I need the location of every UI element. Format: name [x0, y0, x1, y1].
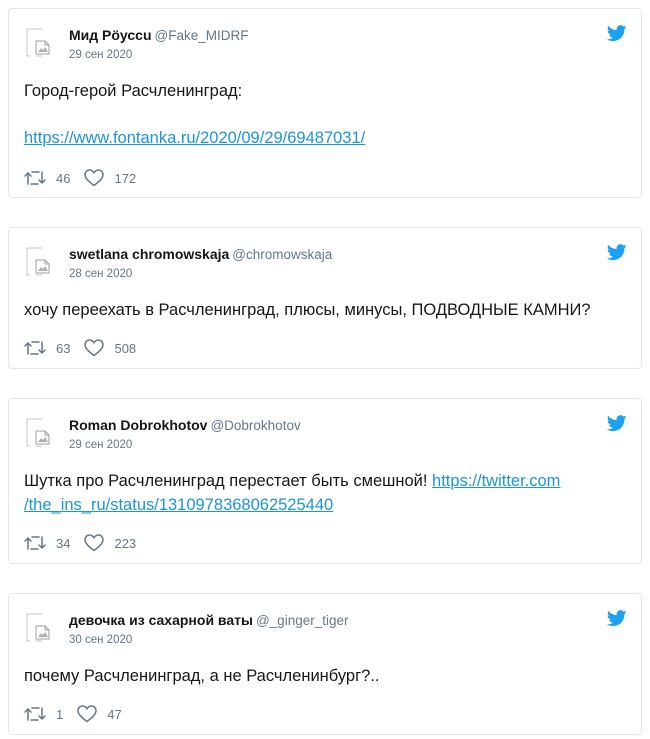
heart-icon	[77, 705, 97, 723]
display-name[interactable]: Мид Рöуссu	[69, 27, 152, 43]
tweet-link[interactable]: https://twitter.com	[432, 472, 560, 490]
like-count: 223	[114, 535, 137, 551]
display-name[interactable]: Roman Dobrokhotov	[69, 417, 207, 433]
tweet-card[interactable]: swetlana chromowskaja @chromowskaja 28 се…	[8, 227, 642, 369]
retweet-button[interactable]: 63	[24, 340, 70, 356]
user-handle[interactable]: @_ginger_tiger	[256, 613, 349, 628]
author-name[interactable]: девочка из сахарной ваты @_ginger_tiger	[69, 612, 348, 628]
avatar[interactable]	[24, 416, 60, 452]
like-button[interactable]: 508	[84, 339, 136, 357]
like-button[interactable]: 223	[84, 534, 136, 552]
tweet-date[interactable]: 29 сен 2020	[69, 439, 132, 451]
tweet-text: Город-герой Расчленинград:	[24, 82, 243, 100]
tweet-text: хочу переехать в Расчленинград, плюсы, м…	[24, 301, 591, 319]
heart-icon	[84, 339, 105, 357]
user-handle[interactable]: @Fake_MIDRF	[155, 28, 249, 43]
tweet-text: Шутка про Расчленинград перестает быть с…	[24, 469, 626, 517]
author-name[interactable]: Roman Dobrokhotov @Dobrokhotov	[69, 417, 301, 433]
tweet-text: почему Расчленинград, а не Расчленинбург…	[24, 667, 380, 685]
like-count: 47	[107, 706, 122, 722]
retweet-count: 1	[56, 706, 64, 722]
tweet-date[interactable]: 29 сен 2020	[69, 49, 132, 61]
tweet-actions: 1 47	[24, 705, 122, 723]
tweet-actions: 63 508	[24, 339, 136, 357]
like-button[interactable]: 47	[77, 705, 122, 723]
heart-icon	[84, 534, 105, 552]
twitter-bird-icon[interactable]	[607, 415, 627, 432]
tweet-date[interactable]: 30 сен 2020	[69, 634, 132, 646]
tweet-actions: 46 172	[24, 169, 136, 187]
tweet-link[interactable]: https://www.fontanka.ru/2020/09/29/69487…	[24, 129, 365, 147]
like-button[interactable]: 172	[84, 169, 136, 187]
broken-image-icon	[26, 247, 50, 276]
retweet-count: 63	[56, 340, 71, 356]
user-handle[interactable]: @chromowskaja	[232, 247, 332, 262]
twitter-bird-icon[interactable]	[607, 610, 627, 627]
like-count: 508	[114, 340, 137, 356]
retweet-icon	[24, 536, 46, 550]
broken-image-icon	[26, 613, 50, 642]
retweet-button[interactable]: 34	[24, 535, 70, 551]
tweet-date[interactable]: 28 сен 2020	[69, 268, 132, 280]
broken-image-icon	[26, 28, 50, 57]
retweet-button[interactable]: 46	[24, 170, 70, 186]
display-name[interactable]: swetlana chromowskaja	[69, 246, 229, 262]
avatar[interactable]	[24, 611, 60, 647]
tweet-text-body: Шутка про Расчленинград перестает быть с…	[24, 472, 428, 490]
heart-icon	[84, 169, 105, 187]
author-name[interactable]: swetlana chromowskaja @chromowskaja	[69, 246, 332, 262]
user-handle[interactable]: @Dobrokhotov	[210, 418, 300, 433]
tweet-card[interactable]: Мид Рöуссu @Fake_MIDRF 29 сен 2020 Город-…	[8, 8, 642, 198]
retweet-icon	[24, 341, 46, 355]
retweet-button[interactable]: 1	[24, 706, 63, 722]
retweet-count: 46	[56, 170, 71, 186]
avatar[interactable]	[24, 245, 60, 281]
tweet-actions: 34 223	[24, 534, 136, 552]
twitter-bird-icon[interactable]	[607, 25, 627, 42]
avatar[interactable]	[24, 26, 60, 62]
display-name[interactable]: девочка из сахарной ваты	[69, 612, 253, 628]
twitter-bird-icon[interactable]	[607, 244, 627, 261]
broken-image-icon	[26, 418, 50, 447]
tweet-card[interactable]: Roman Dobrokhotov @Dobrokhotov 29 сен 202…	[8, 398, 642, 564]
retweet-icon	[24, 171, 46, 185]
retweet-count: 34	[56, 535, 71, 551]
like-count: 172	[114, 170, 137, 186]
author-name[interactable]: Мид Рöуссu @Fake_MIDRF	[69, 27, 248, 43]
tweet-link-line: https://www.fontanka.ru/2020/09/29/69487…	[24, 126, 626, 150]
retweet-icon	[24, 707, 46, 721]
tweet-link-continued[interactable]: /the_ins_ru/status/1310978368062525440	[24, 496, 333, 514]
tweet-card[interactable]: девочка из сахарной ваты @_ginger_tiger 3…	[8, 593, 642, 735]
